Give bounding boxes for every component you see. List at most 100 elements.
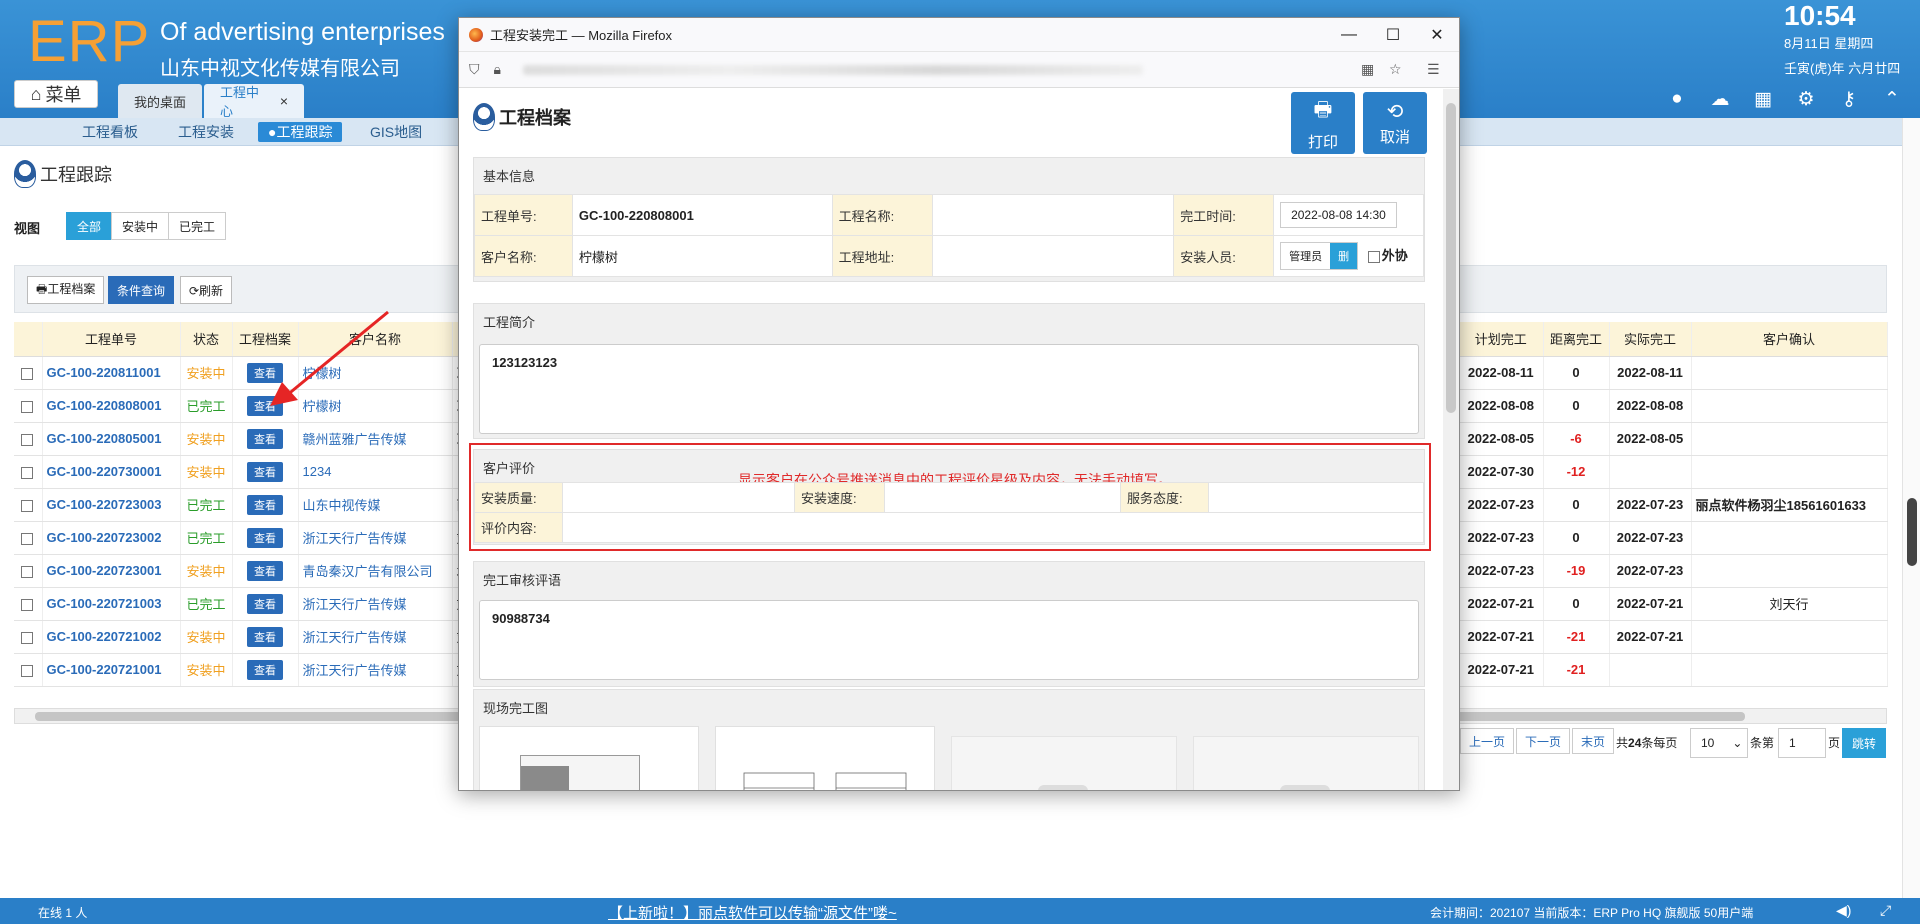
outsource-checkbox[interactable]: 外协 <box>1367 248 1408 263</box>
hamburger-icon[interactable]: ☰ <box>1427 61 1440 78</box>
prev-page-button[interactable]: 上一页 <box>1460 728 1515 754</box>
table-row[interactable]: GC-100-220721002安装中查看浙江天行广告传媒刘 <box>14 620 475 654</box>
gear-icon[interactable]: ⚙ <box>1795 88 1817 110</box>
star-icon[interactable]: ☆ <box>1389 61 1402 78</box>
news-link[interactable]: 【上新啦！】丽点软件可以传输“源文件”喽~ <box>608 902 897 923</box>
photo-thumbnail[interactable] <box>715 726 935 790</box>
next-page-button[interactable]: 下一页 <box>1516 728 1571 754</box>
chevron-up-icon[interactable]: ⌃ <box>1881 88 1903 110</box>
project-archive-button[interactable]: 🖶工程档案 <box>27 276 105 304</box>
minimize-icon[interactable]: — <box>1327 18 1371 52</box>
row-checkbox[interactable] <box>20 499 33 512</box>
project-no-link[interactable]: GC-100-220723002 <box>42 521 181 555</box>
view-button[interactable]: 查看 <box>247 593 283 614</box>
table-row[interactable]: GC-100-220811001安装中查看柠檬树耶 <box>14 356 475 390</box>
condition-query-button[interactable]: 条件查询 <box>108 276 175 304</box>
row-checkbox[interactable] <box>20 598 33 611</box>
table-row[interactable]: 2022-07-30 -12 <box>1459 455 1888 489</box>
project-no-link[interactable]: GC-100-220721002 <box>42 620 181 654</box>
project-no-link[interactable]: GC-100-220721001 <box>42 653 181 687</box>
delete-installer-button[interactable]: 删 <box>1330 243 1358 269</box>
customer-link[interactable]: 山东中视传媒 <box>298 488 453 522</box>
scroll-thumb[interactable] <box>1446 103 1456 413</box>
maximize-icon[interactable]: ☐ <box>1371 18 1415 52</box>
project-no-link[interactable]: GC-100-220721003 <box>42 587 181 621</box>
customer-link[interactable]: 柠檬树 <box>298 389 453 423</box>
subnav-item-tracking[interactable]: ●工程跟踪 <box>258 122 343 142</box>
view-button[interactable]: 查看 <box>247 362 283 383</box>
url-bar[interactable]: ⛉ 🔒︎ ▦ ☆ ☰ <box>459 52 1459 88</box>
page-number-input[interactable]: 1 <box>1778 728 1826 758</box>
table-row[interactable]: GC-100-220723003已完工查看山东中视传媒丽 <box>14 488 475 522</box>
table-row[interactable]: GC-100-220721003已完工查看浙江天行广告传媒刘 <box>14 587 475 621</box>
table-row[interactable]: GC-100-220730001 安装中 查看 1234 <box>14 455 475 489</box>
view-button[interactable]: 查看 <box>247 461 283 482</box>
table-row[interactable]: GC-100-220723001安装中查看青岛秦汉广告有限公司木 <box>14 554 475 588</box>
cancel-button[interactable]: ⟲ 取消 <box>1363 92 1427 154</box>
photo-placeholder[interactable] <box>951 736 1177 790</box>
row-checkbox[interactable] <box>20 565 33 578</box>
user-icon[interactable]: ● <box>1666 88 1688 110</box>
table-row[interactable]: 2022-08-05 -6 2022-08-05 <box>1459 422 1888 456</box>
print-button[interactable]: 🖶 打印 <box>1291 92 1355 154</box>
view-button[interactable]: 查看 <box>247 428 283 449</box>
cloud-icon[interactable]: ☁ <box>1709 88 1731 110</box>
project-no-link[interactable]: GC-100-220808001 <box>42 389 181 423</box>
lock-icon[interactable]: 🔒︎ <box>494 61 501 78</box>
tab-project-center[interactable]: 工程中心 × <box>204 84 304 119</box>
project-no-link[interactable]: GC-100-220723003 <box>42 488 181 522</box>
project-no-link[interactable]: GC-100-220730001 <box>42 455 181 489</box>
subnav-item-board[interactable]: 工程看板 <box>72 122 148 142</box>
tab-close-icon[interactable]: × <box>280 93 288 109</box>
table-row[interactable]: GC-100-220721001安装中查看浙江天行广告传媒刘 <box>14 653 475 687</box>
customer-link[interactable]: 浙江天行广告传媒 <box>298 521 453 555</box>
menu-button[interactable]: ⌂ 菜单 <box>14 80 98 108</box>
table-row[interactable]: 2022-08-11 0 2022-08-11 <box>1459 356 1888 390</box>
row-checkbox[interactable] <box>20 631 33 644</box>
jump-button[interactable]: 跳转 <box>1842 728 1886 758</box>
row-checkbox[interactable] <box>20 532 33 545</box>
view-all-button[interactable]: 全部 <box>66 212 113 240</box>
customer-link[interactable]: 青岛秦汉广告有限公司 <box>298 554 453 588</box>
fullscreen-icon[interactable]: ⤢ <box>1880 902 1891 919</box>
table-row[interactable]: 2022-07-23 0 2022-07-23 丽点软件杨羽尘18561601633 <box>1459 488 1888 522</box>
key-icon[interactable]: ⚷ <box>1838 88 1860 110</box>
intro-textarea[interactable]: 123123123 <box>479 344 1419 434</box>
volume-icon[interactable]: ◀) <box>1836 902 1851 919</box>
row-checkbox[interactable] <box>20 367 33 380</box>
view-button[interactable]: 查看 <box>247 494 283 515</box>
project-no-link[interactable]: GC-100-220811001 <box>42 356 181 390</box>
view-button[interactable]: 查看 <box>247 626 283 647</box>
view-installing-button[interactable]: 安装中 <box>111 212 170 240</box>
photo-thumbnail[interactable] <box>479 726 699 790</box>
subnav-item-gis[interactable]: GIS地图 <box>360 122 432 142</box>
row-checkbox[interactable] <box>20 664 33 677</box>
apps-icon[interactable]: ▦ <box>1752 88 1774 110</box>
table-row[interactable]: 2022-07-21 -21 2022-07-21 <box>1459 620 1888 654</box>
checkbox-box[interactable] <box>1367 250 1380 263</box>
view-button[interactable]: 查看 <box>247 395 283 416</box>
qrcode-icon[interactable]: ▦ <box>1361 61 1374 78</box>
photo-placeholder[interactable] <box>1193 736 1419 790</box>
view-button[interactable]: 查看 <box>247 659 283 680</box>
table-row[interactable]: GC-100-220805001安装中查看赣州蓝雅广告传媒耶 <box>14 422 475 456</box>
view-button[interactable]: 查看 <box>247 560 283 581</box>
refresh-button[interactable]: ⟳刷新 <box>180 276 233 304</box>
table-row[interactable]: 2022-07-23 -19 2022-07-23 <box>1459 554 1888 588</box>
scroll-thumb[interactable] <box>1907 498 1917 566</box>
customer-link[interactable]: 柠檬树 <box>298 356 453 390</box>
view-button[interactable]: 查看 <box>247 527 283 548</box>
shield-icon[interactable]: ⛉ <box>469 61 480 78</box>
last-page-button[interactable]: 末页 <box>1572 728 1615 754</box>
project-no-link[interactable]: GC-100-220723001 <box>42 554 181 588</box>
table-row[interactable]: 2022-08-08 0 2022-08-08 <box>1459 389 1888 423</box>
project-no-link[interactable]: GC-100-220805001 <box>42 422 181 456</box>
popup-vertical-scrollbar[interactable] <box>1443 89 1459 790</box>
view-finished-button[interactable]: 已完工 <box>168 212 227 240</box>
customer-link[interactable]: 浙江天行广告传媒 <box>298 587 453 621</box>
close-icon[interactable]: ✕ <box>1415 18 1459 52</box>
table-row[interactable]: 2022-07-21 0 2022-07-21 刘天行 <box>1459 587 1888 621</box>
audit-textarea[interactable]: 90988734 <box>479 600 1419 680</box>
table-row[interactable]: GC-100-220723002已完工查看浙江天行广告传媒刘 <box>14 521 475 555</box>
table-row[interactable]: 2022-07-21 -21 <box>1459 653 1888 687</box>
